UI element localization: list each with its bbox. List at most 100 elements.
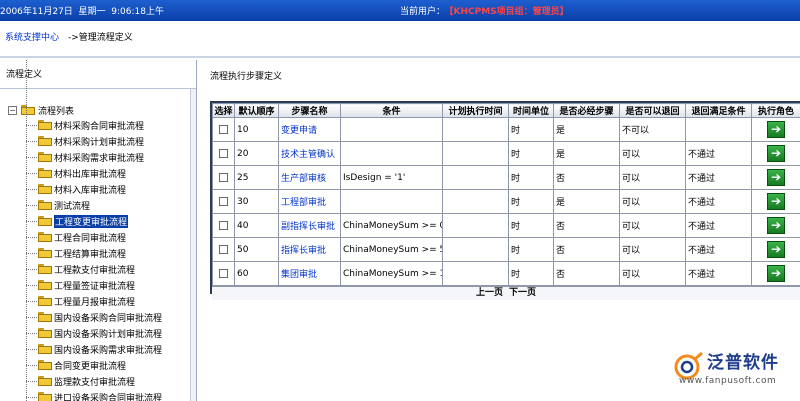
folder-icon — [38, 248, 52, 258]
required-step-cell: 是 — [553, 189, 620, 214]
column-header: 时间单位 — [508, 103, 554, 118]
required-step-cell: 否 — [553, 237, 620, 262]
arrow-right-icon[interactable]: ➔ — [767, 145, 785, 162]
can-return-cell: 不可以 — [619, 117, 686, 142]
plan-time-cell — [442, 237, 509, 262]
step-name-link[interactable]: 技术主管确认 — [278, 141, 341, 166]
select-cell — [212, 237, 235, 262]
folder-icon — [38, 120, 52, 130]
folder-icon — [38, 344, 52, 354]
condition-cell: IsDesign = '1' — [340, 165, 443, 190]
process-tree-panel: 流程定义 − 流程列表 材料采购合同审批流程 材料采购计划审批流程 材料采购需求审批… — [0, 60, 197, 401]
tree-item[interactable]: 材料采购合同审批流程 — [8, 117, 190, 133]
process-tree: − 流程列表 材料采购合同审批流程 材料采购计划审批流程 材料采购需求审批流程材料出… — [8, 103, 190, 401]
next-page-link[interactable]: 下一页 — [509, 288, 536, 298]
step-name-link[interactable]: 工程部审批 — [278, 189, 341, 214]
tree-item[interactable]: 材料采购计划审批流程 — [8, 133, 190, 149]
step-name-link[interactable]: 指挥长审批 — [278, 237, 341, 262]
tree-item[interactable]: 国内设备采购合同审批流程 — [8, 309, 190, 325]
tree-scrollbar[interactable] — [190, 89, 196, 401]
condition-cell — [340, 117, 443, 142]
return-condition-cell — [685, 117, 752, 142]
breadcrumb-root-link[interactable]: 系统支撑中心 — [5, 30, 59, 43]
tree-item[interactable]: 工程量签证审批流程 — [8, 277, 190, 293]
arrow-right-icon[interactable]: ➔ — [767, 193, 785, 210]
tree-item[interactable]: 合同变更审批流程 — [8, 357, 190, 373]
tree-item[interactable]: 工程结算审批流程 — [8, 245, 190, 261]
arrow-right-icon[interactable]: ➔ — [767, 169, 785, 186]
steps-grid: 选择 默认顺序 步骤名称 条件 计划执行时间 时间单位 是否必经步骤 是否可以退回 退回满足条件… — [210, 101, 800, 300]
arrow-right-icon[interactable]: ➔ — [767, 265, 785, 282]
time-unit-cell: 时 — [508, 165, 554, 190]
role-cell: ➔ — [751, 117, 800, 142]
prev-page-link[interactable]: 上一页 — [476, 288, 503, 298]
tree-item[interactable]: 进口设备采购合同审批流程 — [8, 389, 190, 401]
can-return-cell: 可以 — [619, 165, 686, 190]
condition-cell — [340, 141, 443, 166]
steps-table-header: 选择 默认顺序 步骤名称 条件 计划执行时间 时间单位 是否必经步骤 是否可以退回 退回满足条件… — [212, 103, 800, 118]
tree-item[interactable]: 监理款支付审批流程 — [8, 373, 190, 389]
arrow-right-icon[interactable]: ➔ — [767, 121, 785, 138]
arrow-right-icon[interactable]: ➔ — [767, 217, 785, 234]
tree-item[interactable]: 工程合同审批流程 — [8, 229, 190, 245]
tree-item-label: 进口设备采购合同审批流程 — [54, 394, 163, 401]
can-return-cell: 可以 — [619, 189, 686, 214]
folder-icon — [38, 168, 52, 178]
row-checkbox[interactable] — [219, 172, 228, 182]
time-unit-cell: 时 — [508, 189, 554, 214]
select-cell — [212, 189, 235, 214]
tree-item[interactable]: 测试流程 — [8, 197, 190, 213]
order-cell: 40 — [234, 213, 279, 238]
tree-item[interactable]: 国内设备采购需求审批流程 — [8, 341, 190, 357]
select-cell — [212, 117, 235, 142]
tree-item[interactable]: 材料入库审批流程 — [8, 181, 190, 197]
select-cell — [212, 165, 235, 190]
row-checkbox[interactable] — [219, 268, 228, 278]
required-step-cell: 否 — [553, 261, 620, 286]
select-cell — [212, 141, 235, 166]
step-definition-title: 流程执行步骤定义 — [210, 72, 283, 82]
tree-item[interactable]: 材料出库审批流程 — [8, 165, 190, 181]
order-cell: 10 — [234, 117, 279, 142]
arrow-right-icon[interactable]: ➔ — [767, 241, 785, 258]
tree-item[interactable]: 材料采购需求审批流程 — [8, 149, 190, 165]
folder-icon — [21, 105, 35, 115]
folder-icon — [38, 376, 52, 386]
row-checkbox[interactable] — [219, 220, 228, 230]
tree-item-label: 工程量签证审批流程 — [54, 282, 136, 292]
tree-item-label: 材料出库审批流程 — [54, 170, 127, 180]
tree-root[interactable]: − 流程列表 — [8, 103, 190, 117]
folder-icon — [38, 312, 52, 322]
order-cell: 60 — [234, 261, 279, 286]
tree-connector — [26, 253, 37, 254]
column-header: 是否可以退回 — [619, 103, 686, 118]
row-checkbox[interactable] — [219, 148, 228, 158]
column-header: 默认顺序 — [234, 103, 279, 118]
tree-item[interactable]: 工程款支付审批流程 — [8, 261, 190, 277]
folder-icon — [38, 216, 52, 226]
step-name-link[interactable]: 变更申请 — [278, 117, 341, 142]
folder-icon — [38, 152, 52, 162]
step-name-link[interactable]: 生产部审核 — [278, 165, 341, 190]
row-checkbox[interactable] — [219, 124, 228, 134]
row-checkbox[interactable] — [219, 196, 228, 206]
tree-item-label: 工程合同审批流程 — [54, 234, 127, 244]
folder-icon — [38, 392, 52, 401]
required-step-cell: 是 — [553, 117, 620, 142]
required-step-cell: 是 — [553, 141, 620, 166]
step-name-link[interactable]: 副指挥长审批 — [278, 213, 341, 238]
step-name-link[interactable]: 集团审批 — [278, 261, 341, 286]
collapse-toggle-icon[interactable]: − — [8, 106, 17, 115]
tree-item-label: 合同变更审批流程 — [54, 362, 127, 372]
return-condition-cell: 不通过 — [685, 261, 752, 286]
column-header: 退回满足条件 — [685, 103, 752, 118]
table-row: 20 技术主管确认 时是可以 不通过 ➔ — [212, 141, 800, 166]
plan-time-cell — [442, 261, 509, 286]
tree-item-label: 监理款支付审批流程 — [54, 378, 136, 388]
tree-item[interactable]: 国内设备采购计划审批流程 — [8, 325, 190, 341]
return-condition-cell: 不通过 — [685, 141, 752, 166]
tree-item[interactable]: 工程量月报审批流程 — [8, 293, 190, 309]
row-checkbox[interactable] — [219, 244, 228, 254]
tree-item[interactable]: 工程变更审批流程 — [8, 213, 190, 229]
column-header: 选择 — [212, 103, 235, 118]
